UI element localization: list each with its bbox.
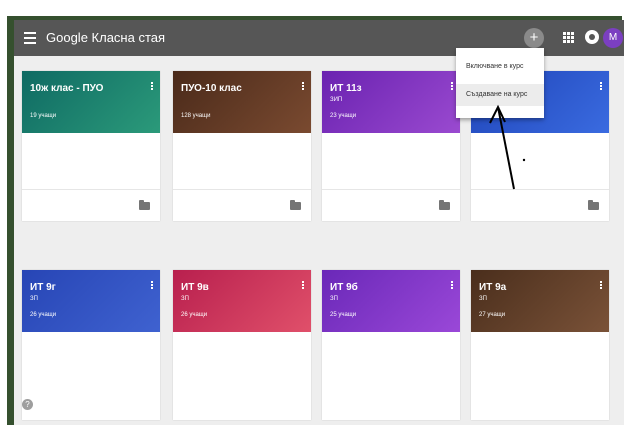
annotation-arrow xyxy=(489,104,526,190)
classroom-screen: Google Класна стая + M 10ж клас - ПУО 19… xyxy=(14,20,624,425)
